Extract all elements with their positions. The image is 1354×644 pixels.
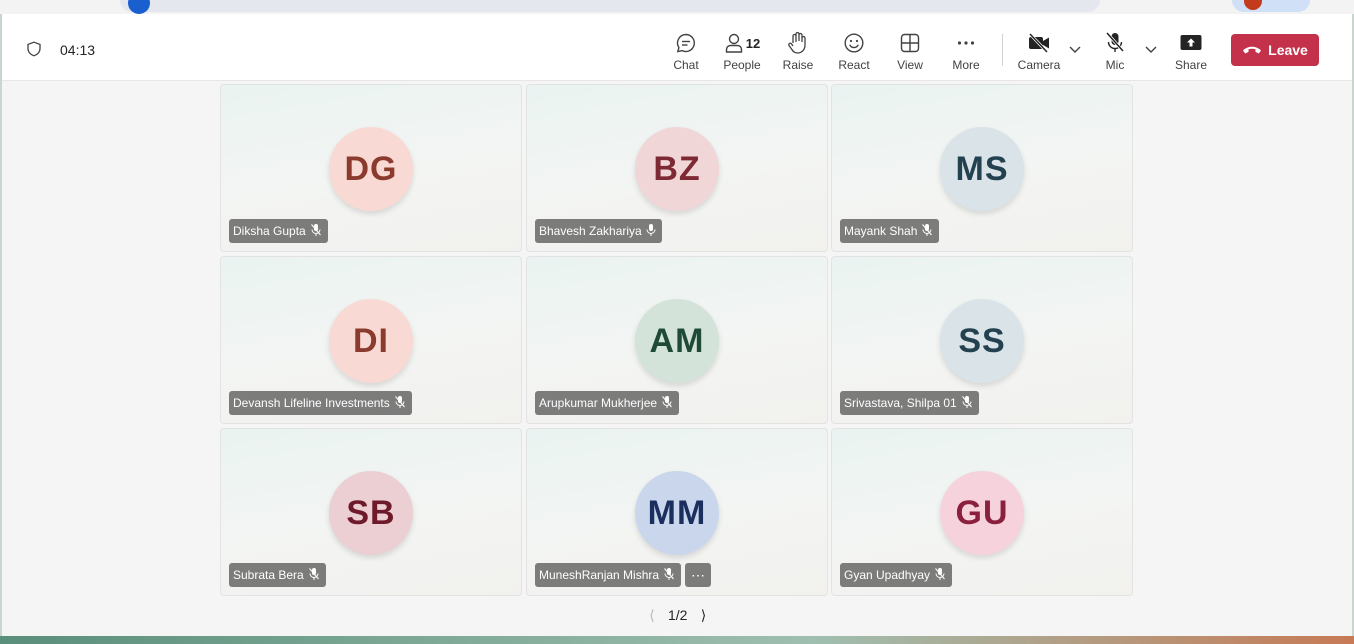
participant-name: Bhavesh Zakhariya (539, 224, 642, 238)
next-page-chevron-right-icon[interactable]: ⟩ (693, 607, 713, 624)
grid-view-icon (900, 33, 920, 53)
participant-tile[interactable]: MS Mayank Shah (831, 84, 1133, 252)
participant-tile[interactable]: SB Subrata Bera (220, 428, 522, 596)
people-icon (725, 33, 742, 53)
participant-name-tag: Arupkumar Mukherjee (535, 391, 680, 415)
participant-avatar: DG (329, 127, 413, 211)
toolbar-divider (1002, 34, 1003, 66)
participant-name-tag: Diksha Gupta (229, 219, 328, 243)
participant-name-tag: Gyan Upadhyay (840, 563, 953, 587)
participant-name: Devansh Lifeline Investments (233, 396, 390, 410)
mic-off-icon (310, 223, 322, 240)
mic-options-chevron-down-icon[interactable] (1144, 44, 1158, 54)
mic-label: Mic (1105, 58, 1125, 72)
participant-name: Diksha Gupta (233, 224, 306, 238)
smiley-icon (844, 33, 864, 53)
participant-tile[interactable]: BZ Bhavesh Zakhariya (526, 84, 828, 252)
camera-button[interactable]: Camera (1011, 30, 1067, 74)
mic-off-icon (1105, 32, 1125, 52)
people-label: People (723, 58, 761, 72)
phone-hangup-icon (1243, 46, 1262, 54)
participant-name-tag: Srivastava, Shilpa 01 (840, 391, 979, 415)
more-label: More (952, 58, 980, 72)
address-bar[interactable] (120, 0, 1100, 12)
camera-label: Camera (1017, 58, 1061, 72)
mic-button[interactable]: Mic (1087, 30, 1143, 74)
teams-meeting-window: 04:13 Chat 12 People Raise React View Mo… (2, 14, 1352, 636)
people-count-badge: 12 (745, 35, 761, 51)
mic-off-icon (661, 395, 673, 412)
share-screen-icon (1180, 35, 1202, 50)
participant-name: Srivastava, Shilpa 01 (844, 396, 957, 410)
participant-avatar: AM (635, 299, 719, 383)
react-label: React (838, 58, 870, 72)
raise-hand-button[interactable]: Raise (770, 30, 826, 74)
participant-name: Arupkumar Mukherjee (539, 396, 658, 410)
chat-label: Chat (673, 58, 699, 72)
participant-tile[interactable]: AM Arupkumar Mukherjee (526, 256, 828, 424)
meeting-timer: 04:13 (60, 42, 96, 58)
mic-on-icon (646, 223, 656, 240)
participant-name-tag: MuneshRanjan Mishra (535, 563, 682, 587)
participant-name-tag: Mayank Shah (840, 219, 940, 243)
participant-name: Mayank Shah (844, 224, 918, 238)
raise-label: Raise (782, 58, 814, 72)
view-label: View (897, 58, 923, 72)
pagination: ⟨ 1/2 ⟩ (642, 604, 713, 626)
share-button[interactable]: Share (1163, 30, 1219, 74)
participant-more-options-icon[interactable]: ⋯ (685, 563, 711, 587)
mic-off-icon (934, 567, 946, 584)
participant-name: Gyan Upadhyay (844, 568, 931, 582)
leave-button[interactable]: Leave (1231, 34, 1319, 66)
more-dots-icon (957, 41, 975, 45)
participant-tile[interactable]: GU Gyan Upadhyay (831, 428, 1133, 596)
raise-hand-icon (788, 31, 806, 54)
participant-avatar: GU (940, 471, 1024, 555)
more-button[interactable]: More (938, 30, 994, 74)
mic-off-icon (921, 223, 933, 240)
page-indicator: 1/2 (668, 607, 688, 623)
mic-off-icon (308, 567, 320, 584)
shield-icon[interactable] (26, 41, 42, 57)
participant-name: Subrata Bera (233, 568, 304, 582)
participant-avatar: DI (329, 299, 413, 383)
participant-name-tag: Subrata Bera (229, 563, 326, 587)
chat-button[interactable]: Chat (658, 30, 714, 74)
people-button[interactable]: 12 People (714, 30, 770, 74)
participant-avatar: SS (940, 299, 1024, 383)
previous-page-chevron-left-icon[interactable]: ⟨ (642, 607, 662, 624)
participant-avatar: BZ (635, 127, 719, 211)
camera-options-chevron-down-icon[interactable] (1068, 44, 1082, 54)
participant-name-tag: Devansh Lifeline Investments (229, 391, 412, 415)
react-button[interactable]: React (826, 30, 882, 74)
participant-avatar: SB (329, 471, 413, 555)
participant-avatar: MS (940, 127, 1024, 211)
desktop-background (0, 636, 1354, 644)
chat-icon (676, 33, 695, 53)
share-label: Share (1174, 58, 1208, 72)
participant-name-tag: Bhavesh Zakhariya (535, 219, 662, 243)
view-button[interactable]: View (882, 30, 938, 74)
participant-tile[interactable]: MM MuneshRanjan Mishra ⋯ (526, 428, 828, 596)
participant-name: MuneshRanjan Mishra (539, 568, 660, 582)
participant-tile[interactable]: SS Srivastava, Shilpa 01 (831, 256, 1133, 424)
participant-tile[interactable]: DI Devansh Lifeline Investments (220, 256, 522, 424)
participant-tile[interactable]: DG Diksha Gupta (220, 84, 522, 252)
mic-off-icon (663, 567, 675, 584)
mic-off-icon (394, 395, 406, 412)
participant-avatar: MM (635, 471, 719, 555)
mic-off-icon (961, 395, 973, 412)
camera-off-icon (1028, 32, 1049, 54)
meeting-header: 04:13 Chat 12 People Raise React View Mo… (2, 14, 1352, 81)
leave-label: Leave (1268, 42, 1308, 58)
